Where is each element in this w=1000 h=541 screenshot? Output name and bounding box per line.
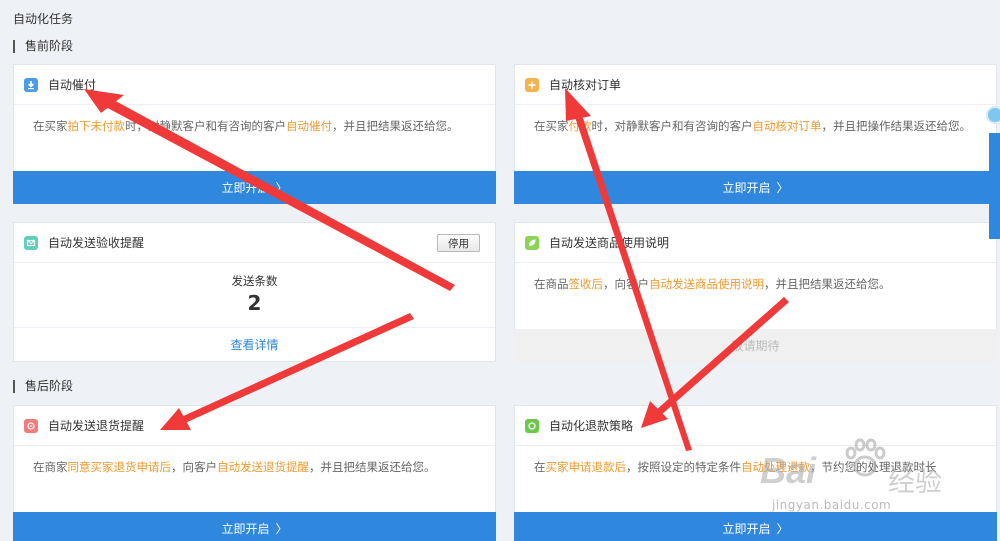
card-header: 自动发送商品使用说明 (515, 223, 996, 263)
view-details-link[interactable]: 查看详情 (14, 327, 495, 361)
chat-bubble-icon[interactable] (986, 106, 1000, 124)
paw-logo-icon (845, 438, 886, 477)
stop-button[interactable]: 停用 (437, 234, 480, 252)
refund-icon (525, 418, 539, 433)
baidu-jingyan-watermark: Bai 经验 jingyan.baidu.com (760, 438, 990, 533)
watermark-brand-tail: 经验 (888, 467, 942, 498)
card-title: 自动核对订单 (549, 78, 622, 92)
card-header: 自动发送退货提醒 (14, 406, 495, 446)
plus-icon (525, 77, 539, 92)
card-description: 在商家同意买家退货申请后，向客户自动发送退货提醒，并且把结果返还给您。 (33, 460, 436, 474)
leaf-icon (525, 235, 539, 250)
chevron-right-icon: 〉 (776, 181, 789, 195)
return-icon (24, 418, 38, 433)
enable-button[interactable]: 立即开启〉 (514, 171, 997, 204)
card-header: 自动发送验收提醒 停用 (14, 223, 495, 263)
card-description: 在买家付款时，对静默客户和有咨询的客户自动核对订单，并且把操作结果返还给您。 (534, 119, 971, 133)
watermark-brand: Bai (760, 450, 817, 491)
card-description: 在买家拍下未付款时，对静默客户和有咨询的客户自动催付，并且把结果返还给您。 (33, 119, 459, 133)
card-auto-return-reminder: 自动发送退货提醒 在商家同意买家退货申请后，向客户自动发送退货提醒，并且把结果返… (13, 405, 496, 541)
card-auto-urge: 自动催付 在买家拍下未付款时，对静默客户和有咨询的客户自动催付，并且把结果返还给… (13, 64, 496, 204)
mail-icon (24, 235, 38, 250)
send-count-value: 2 (247, 291, 262, 315)
card-description: 在商品签收后，向客户自动发送商品使用说明，并且把结果返还给您。 (534, 277, 891, 291)
enable-button[interactable]: 立即开启〉 (13, 171, 496, 204)
watermark-url: jingyan.baidu.com (772, 498, 892, 512)
card-auto-receipt-reminder: 自动发送验收提醒 停用 发送条数 2 查看详情 (13, 222, 496, 362)
card-auto-check-order: 自动核对订单 在买家付款时，对静默客户和有咨询的客户自动核对订单，并且把操作结果… (514, 64, 997, 204)
card-title: 自动发送退货提醒 (48, 419, 145, 433)
download-icon (24, 77, 38, 92)
page-title: 自动化任务 (13, 12, 74, 26)
card-auto-usage-guide: 自动发送商品使用说明 在商品签收后，向客户自动发送商品使用说明，并且把结果返还给… (514, 222, 997, 362)
side-panel-tab[interactable] (989, 133, 1000, 239)
card-title: 自动化退款策略 (549, 419, 634, 433)
chevron-right-icon: 〉 (275, 522, 288, 536)
card-header: 自动核对订单 (515, 65, 996, 105)
coming-soon-button: 敬请期待 (514, 329, 997, 362)
card-title: 自动发送验收提醒 (48, 236, 145, 250)
card-header: 自动催付 (14, 65, 495, 105)
enable-button[interactable]: 立即开启〉 (13, 512, 496, 541)
send-count-label: 发送条数 (231, 274, 278, 288)
card-header: 自动化退款策略 (515, 406, 996, 446)
card-title: 自动发送商品使用说明 (549, 236, 670, 250)
section-title-presale: 售前阶段 (13, 40, 73, 53)
chevron-right-icon: 〉 (275, 181, 288, 195)
section-title-aftersale: 售后阶段 (13, 380, 73, 393)
card-title: 自动催付 (48, 78, 97, 92)
